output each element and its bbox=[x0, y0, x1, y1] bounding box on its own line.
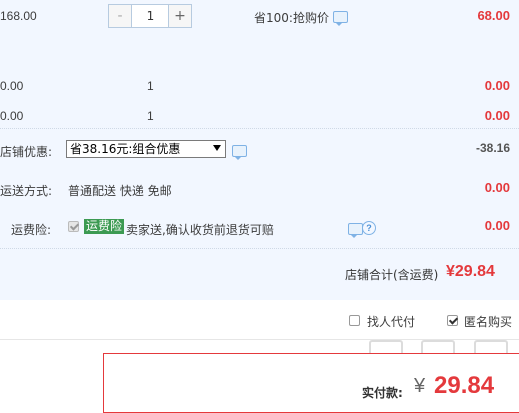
proxy-pay-checkbox[interactable] bbox=[349, 315, 360, 326]
item-1-promo: 省100:抢购价 bbox=[254, 11, 329, 25]
divider bbox=[0, 248, 519, 249]
shipping-label: 运送方式: bbox=[0, 184, 53, 198]
quantity-input[interactable]: 1 bbox=[132, 5, 169, 27]
item-3-subtotal: 0.00 bbox=[484, 108, 510, 123]
payment-label: 实付款: bbox=[362, 386, 403, 400]
anonymous-label[interactable]: 匿名购买 bbox=[464, 313, 512, 330]
item-3-unit-price: 0.00 bbox=[0, 109, 24, 123]
payment-currency: ¥ bbox=[414, 375, 426, 397]
chat-icon[interactable] bbox=[333, 11, 348, 26]
item-2-subtotal: 0.00 bbox=[484, 78, 510, 93]
chevron-down-icon bbox=[213, 145, 221, 151]
store-total-label: 店铺合计(含运费) bbox=[345, 268, 439, 282]
discount-amount: -38.16 bbox=[475, 141, 510, 155]
anonymous-checkbox[interactable] bbox=[447, 315, 458, 326]
increase-quantity-button[interactable]: + bbox=[168, 5, 191, 27]
quantity-stepper[interactable]: - 1 + bbox=[108, 4, 192, 28]
shipping-amount: 0.00 bbox=[484, 180, 510, 195]
insurance-checkbox bbox=[68, 221, 79, 232]
item-1-subtotal: 68.00 bbox=[477, 8, 510, 23]
item-2-quantity: 1 bbox=[147, 79, 154, 93]
divider bbox=[0, 128, 519, 129]
proxy-pay-label[interactable]: 找人代付 bbox=[367, 313, 415, 330]
item-2-unit-price: 0.00 bbox=[0, 79, 24, 93]
discount-select-value: 省38.16元:组合优惠 bbox=[70, 142, 181, 156]
shipping-method: 普通配送 快递 免邮 bbox=[68, 184, 172, 198]
store-total-amount: ¥29.84 bbox=[446, 263, 495, 280]
decrease-quantity-button[interactable]: - bbox=[109, 5, 132, 27]
chat-icon[interactable] bbox=[348, 223, 363, 238]
discount-label: 店铺优惠: bbox=[0, 145, 53, 159]
insurance-amount: 0.00 bbox=[484, 218, 510, 233]
item-1-unit-price: 168.00 bbox=[0, 9, 37, 23]
insurance-description: 卖家送,确认收货前退货可赔 bbox=[126, 223, 274, 237]
discount-select[interactable]: 省38.16元:组合优惠 bbox=[66, 140, 226, 158]
payment-amount: 29.84 bbox=[434, 372, 495, 399]
help-icon[interactable]: ? bbox=[362, 221, 376, 235]
insurance-tag: 运费险 bbox=[84, 219, 125, 234]
item-3-quantity: 1 bbox=[147, 109, 154, 123]
chat-icon[interactable] bbox=[232, 145, 247, 160]
insurance-label: 运费险: bbox=[11, 223, 52, 237]
